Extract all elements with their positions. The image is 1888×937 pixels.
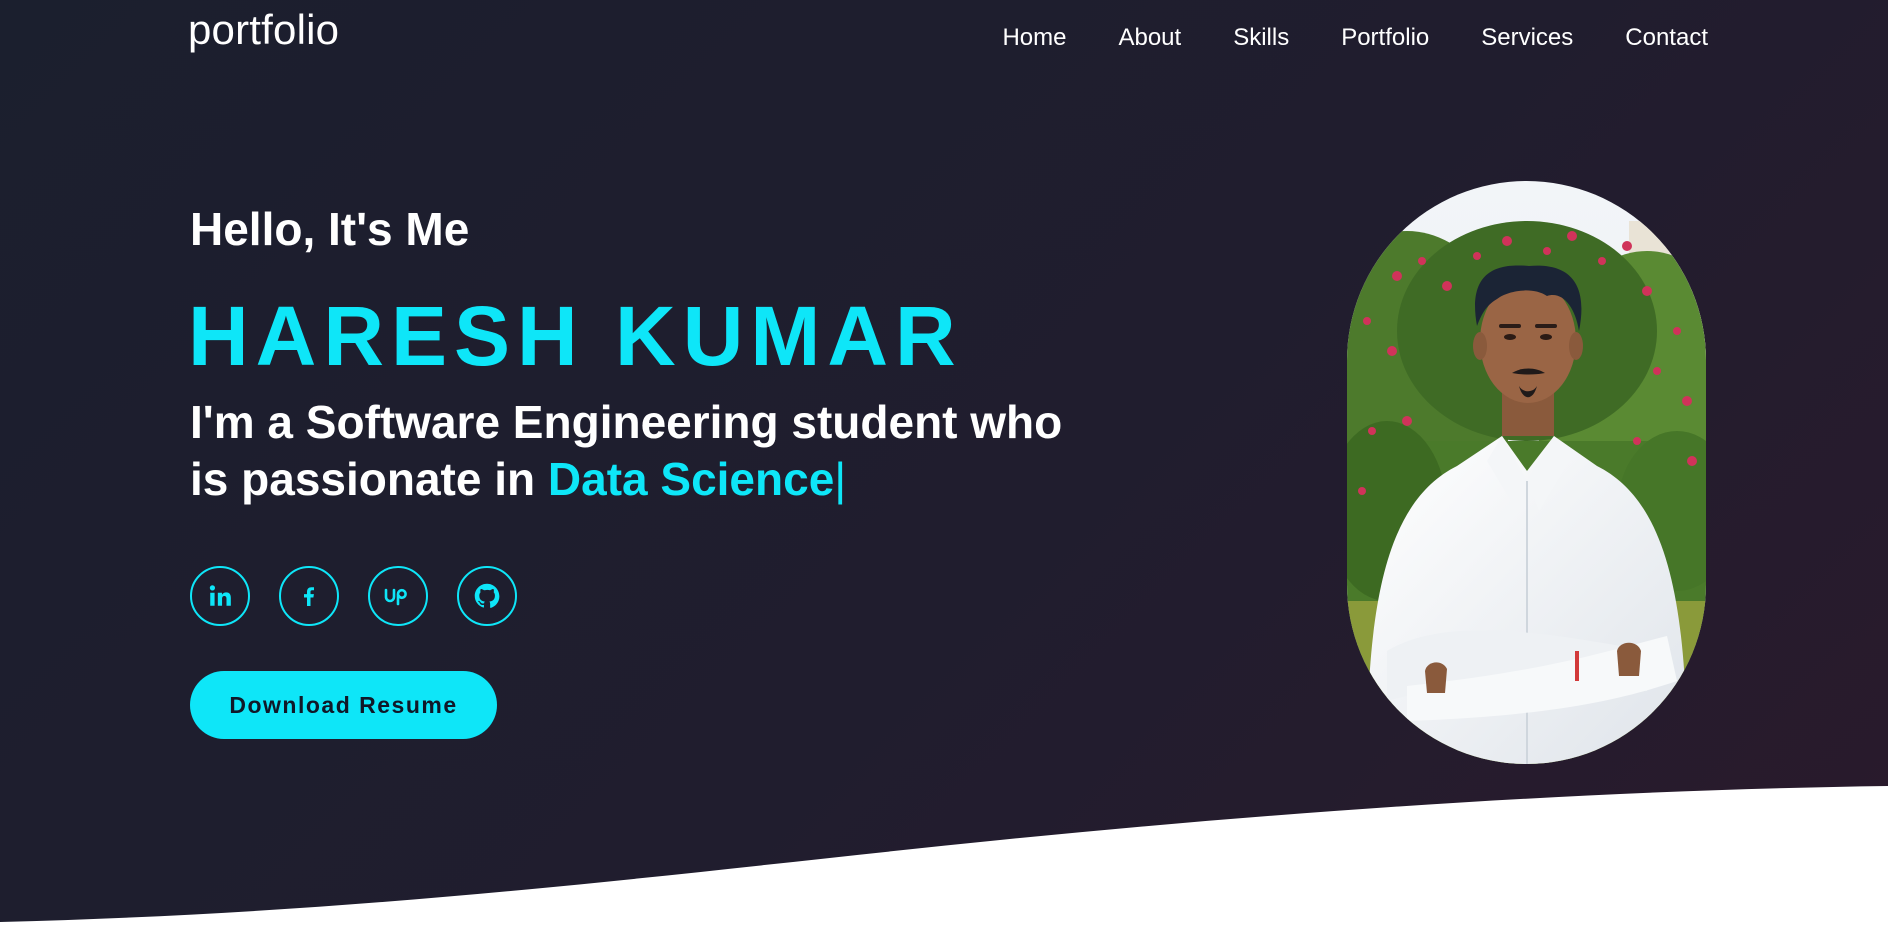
profile-portrait-illustration — [1347, 181, 1706, 764]
facebook-link[interactable] — [279, 566, 339, 626]
nav-home[interactable]: Home — [1002, 24, 1066, 52]
facebook-icon — [304, 587, 314, 606]
greeting-heading: Hello, It's Me — [190, 203, 470, 255]
upwork-link[interactable] — [368, 566, 428, 626]
github-link[interactable] — [457, 566, 517, 626]
main-nav: Home About Skills Portfolio Services Con… — [1002, 24, 1708, 52]
nav-services[interactable]: Services — [1481, 24, 1573, 52]
download-resume-button[interactable]: Download Resume — [190, 671, 497, 739]
github-icon — [474, 583, 500, 608]
site-logo[interactable]: portfolio — [188, 6, 339, 54]
typing-caret: | — [834, 453, 847, 505]
upwork-icon — [384, 588, 407, 606]
nav-skills[interactable]: Skills — [1233, 24, 1289, 52]
name-heading: HARESH KUMAR — [188, 289, 963, 383]
social-links — [190, 566, 517, 626]
linkedin-icon — [209, 585, 231, 606]
linkedin-link[interactable] — [190, 566, 250, 626]
profile-photo — [1347, 181, 1706, 764]
nav-portfolio[interactable]: Portfolio — [1341, 24, 1429, 52]
typed-text: Data Science — [547, 453, 835, 505]
nav-about[interactable]: About — [1118, 24, 1181, 52]
nav-contact[interactable]: Contact — [1625, 24, 1708, 52]
tagline: I'm a Software Engineering student who i… — [190, 394, 1110, 508]
